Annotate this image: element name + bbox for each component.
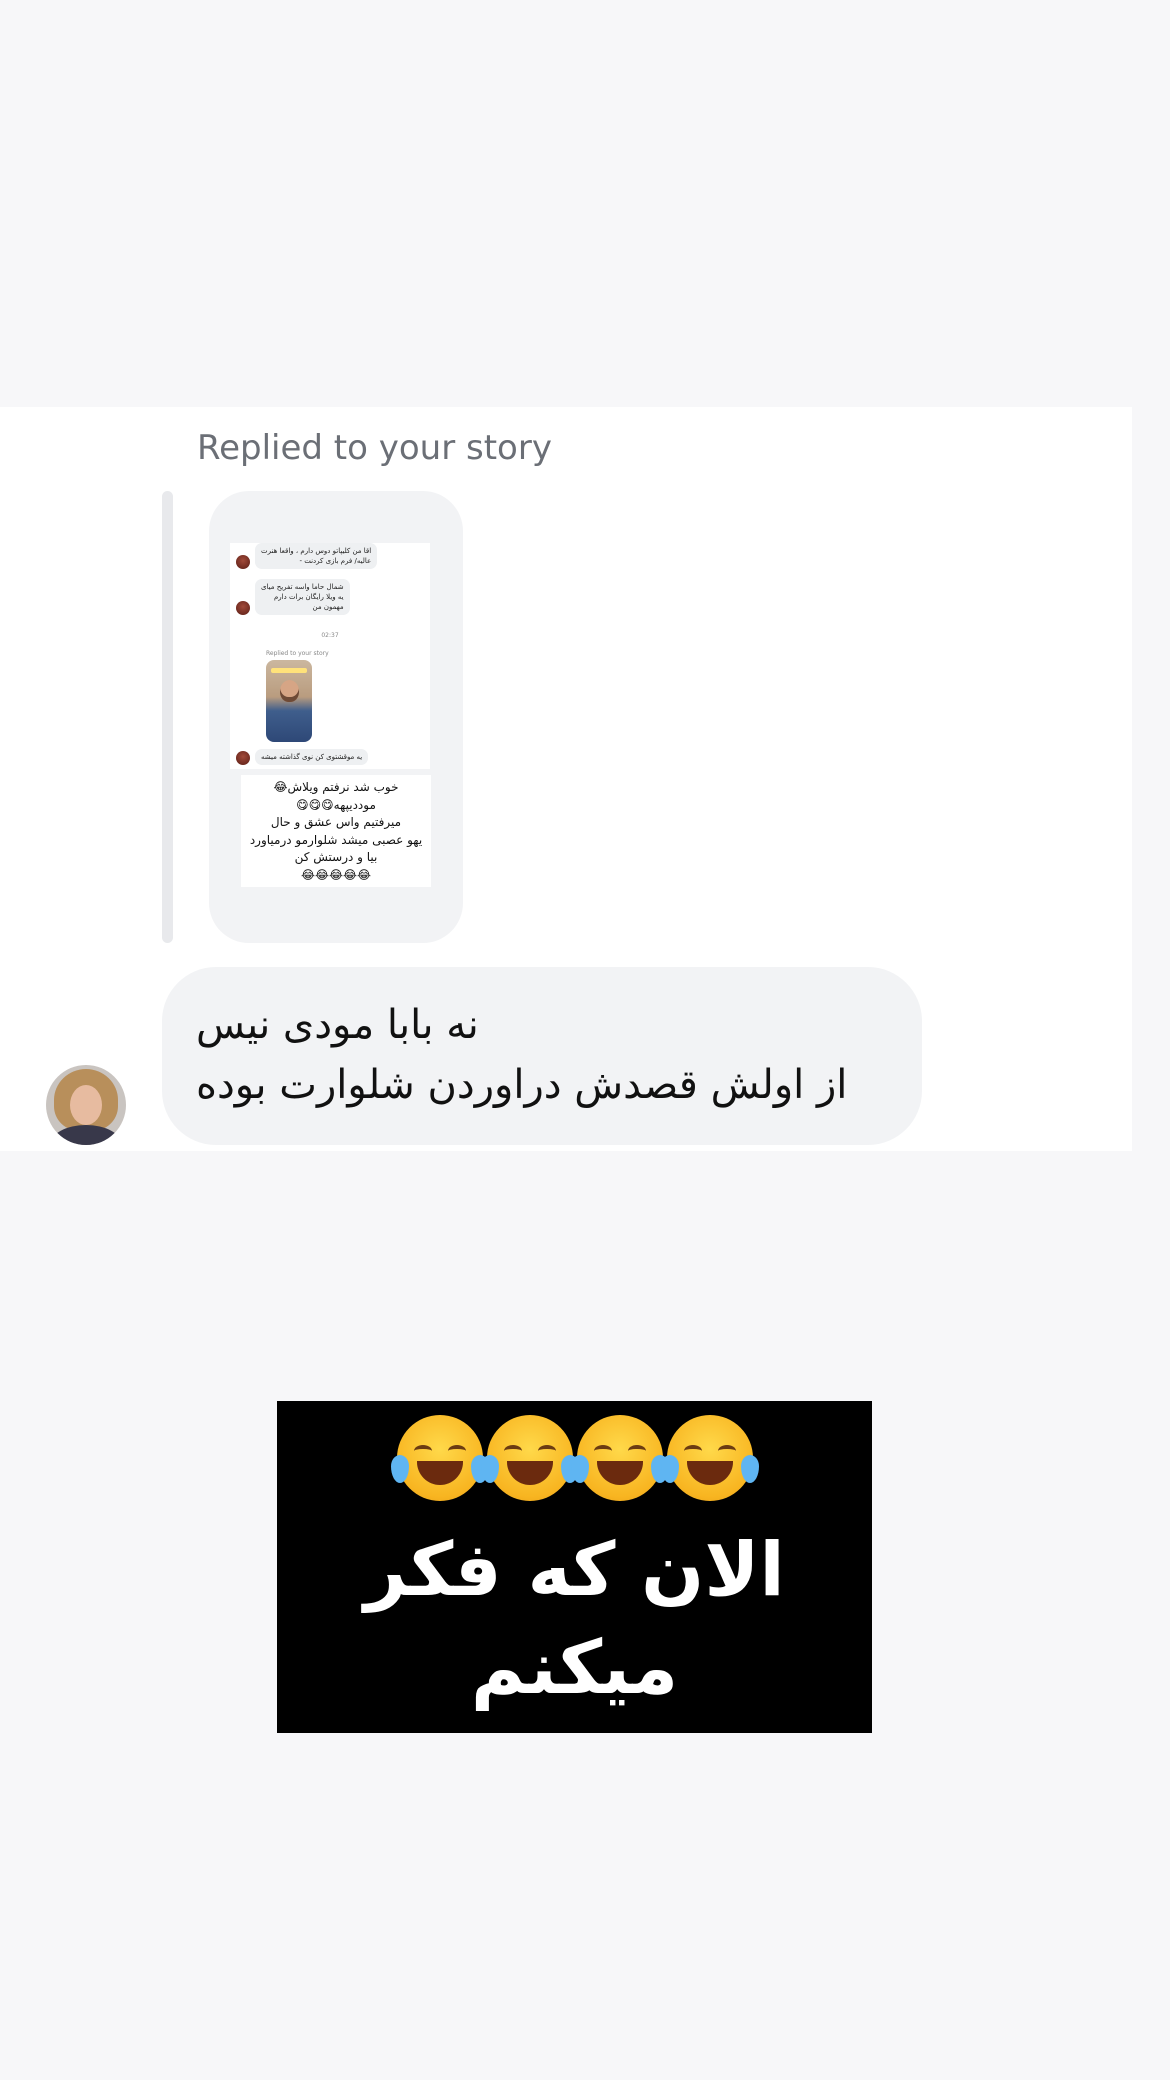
mini-message-row: یه موقشتوی کن نوی گذاشته میشه (236, 749, 369, 765)
mini-avatar (236, 601, 250, 615)
mini-avatar (236, 751, 250, 765)
emoji-row (277, 1415, 872, 1505)
avatar-shoulders (50, 1125, 122, 1145)
message-bubble[interactable]: نه بابا مودی نیس از اولش قصدش دراوردن شل… (162, 967, 922, 1145)
mini-avatar (236, 555, 250, 569)
mini-replied-label: Replied to your story (266, 650, 329, 657)
tears-of-joy-icon (570, 1415, 669, 1501)
mini-message: اقا من کلیپاتو دوس دارم ، واقعا هنرت عال… (255, 543, 378, 569)
story-preview[interactable]: اقا من کلیپاتو دوس دارم ، واقعا هنرت عال… (209, 491, 463, 943)
story-caption-text: خوب شد نرفتم ویلاش😂 موددیپهه😋😋😋 میرفتیم … (241, 775, 431, 887)
quote-bar (162, 491, 173, 943)
mini-message-row: اقا من کلیپاتو دوس دارم ، واقعا هنرت عال… (236, 543, 378, 569)
message-line: نه بابا مودی نیس (196, 1002, 479, 1048)
user-avatar[interactable] (46, 1065, 126, 1145)
mini-story-banner (271, 668, 307, 673)
tears-of-joy-icon (480, 1415, 579, 1501)
image-caption: الان که فکر میکنم دور از ذهن نیس (279, 1527, 869, 1733)
tears-of-joy-icon (390, 1415, 489, 1501)
message-line: از اولش قصدش دراوردن شلوارت بوده (196, 1062, 848, 1108)
mini-story-thumbnail (266, 660, 312, 742)
mini-timestamp: 02:37 (321, 632, 339, 639)
mini-message: یه موقشتوی کن نوی گذاشته میشه (255, 749, 369, 765)
tears-of-joy-icon (660, 1415, 759, 1501)
image-message[interactable]: الان که فکر میکنم دور از ذهن نیس (277, 1401, 872, 1733)
avatar-face (70, 1085, 102, 1125)
mini-message: شمال حاما واسه تفریح میای یه ویلا رایگان… (255, 579, 350, 615)
mini-message-row: شمال حاما واسه تفریح میای یه ویلا رایگان… (236, 579, 350, 615)
mini-story-person (280, 680, 299, 702)
replied-to-story-label: Replied to your story (197, 428, 552, 468)
story-screenshot: اقا من کلیپاتو دوس دارم ، واقعا هنرت عال… (230, 543, 430, 769)
